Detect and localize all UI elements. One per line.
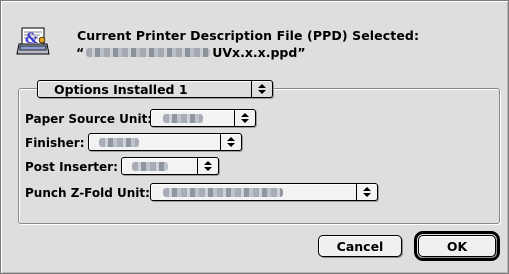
punch-z-fold-unit-popup[interactable]	[150, 183, 378, 201]
ppd-filename: “ UVx.x.x.ppd”	[76, 45, 306, 60]
finisher-label: Finisher:	[25, 136, 85, 150]
options-group-box	[18, 88, 500, 224]
paper-source-unit-popup[interactable]	[150, 109, 256, 127]
dialog-title: Current Printer Description File (PPD) S…	[77, 28, 420, 43]
printer-settings-icon: &	[16, 24, 52, 60]
chevron-updown-icon	[255, 81, 269, 97]
finisher-popup[interactable]	[88, 133, 242, 151]
options-installed-value: Options Installed 1	[54, 81, 188, 97]
svg-text:&: &	[25, 31, 38, 47]
chevron-updown-icon	[238, 110, 252, 126]
chevron-updown-icon	[360, 184, 374, 200]
post-inserter-label: Post Inserter:	[25, 160, 118, 174]
paper-source-unit-label: Paper Source Unit:	[25, 112, 153, 126]
chevron-updown-icon	[201, 158, 215, 174]
chevron-updown-icon	[224, 134, 238, 150]
cancel-button[interactable]: Cancel	[318, 235, 402, 257]
redacted-text	[99, 137, 139, 147]
punch-z-fold-unit-label: Punch Z-Fold Unit:	[25, 186, 150, 200]
ok-button[interactable]: OK	[418, 235, 496, 257]
options-installed-popup[interactable]: Options Installed 1	[37, 80, 273, 98]
ppd-open-quote: “	[76, 45, 85, 60]
redacted-text	[163, 113, 203, 123]
post-inserter-popup[interactable]	[121, 157, 219, 175]
redacted-text	[132, 161, 168, 171]
redacted-text	[86, 48, 211, 57]
redacted-text	[163, 187, 283, 197]
ppd-name: UVx.x.x.ppd”	[212, 45, 306, 60]
